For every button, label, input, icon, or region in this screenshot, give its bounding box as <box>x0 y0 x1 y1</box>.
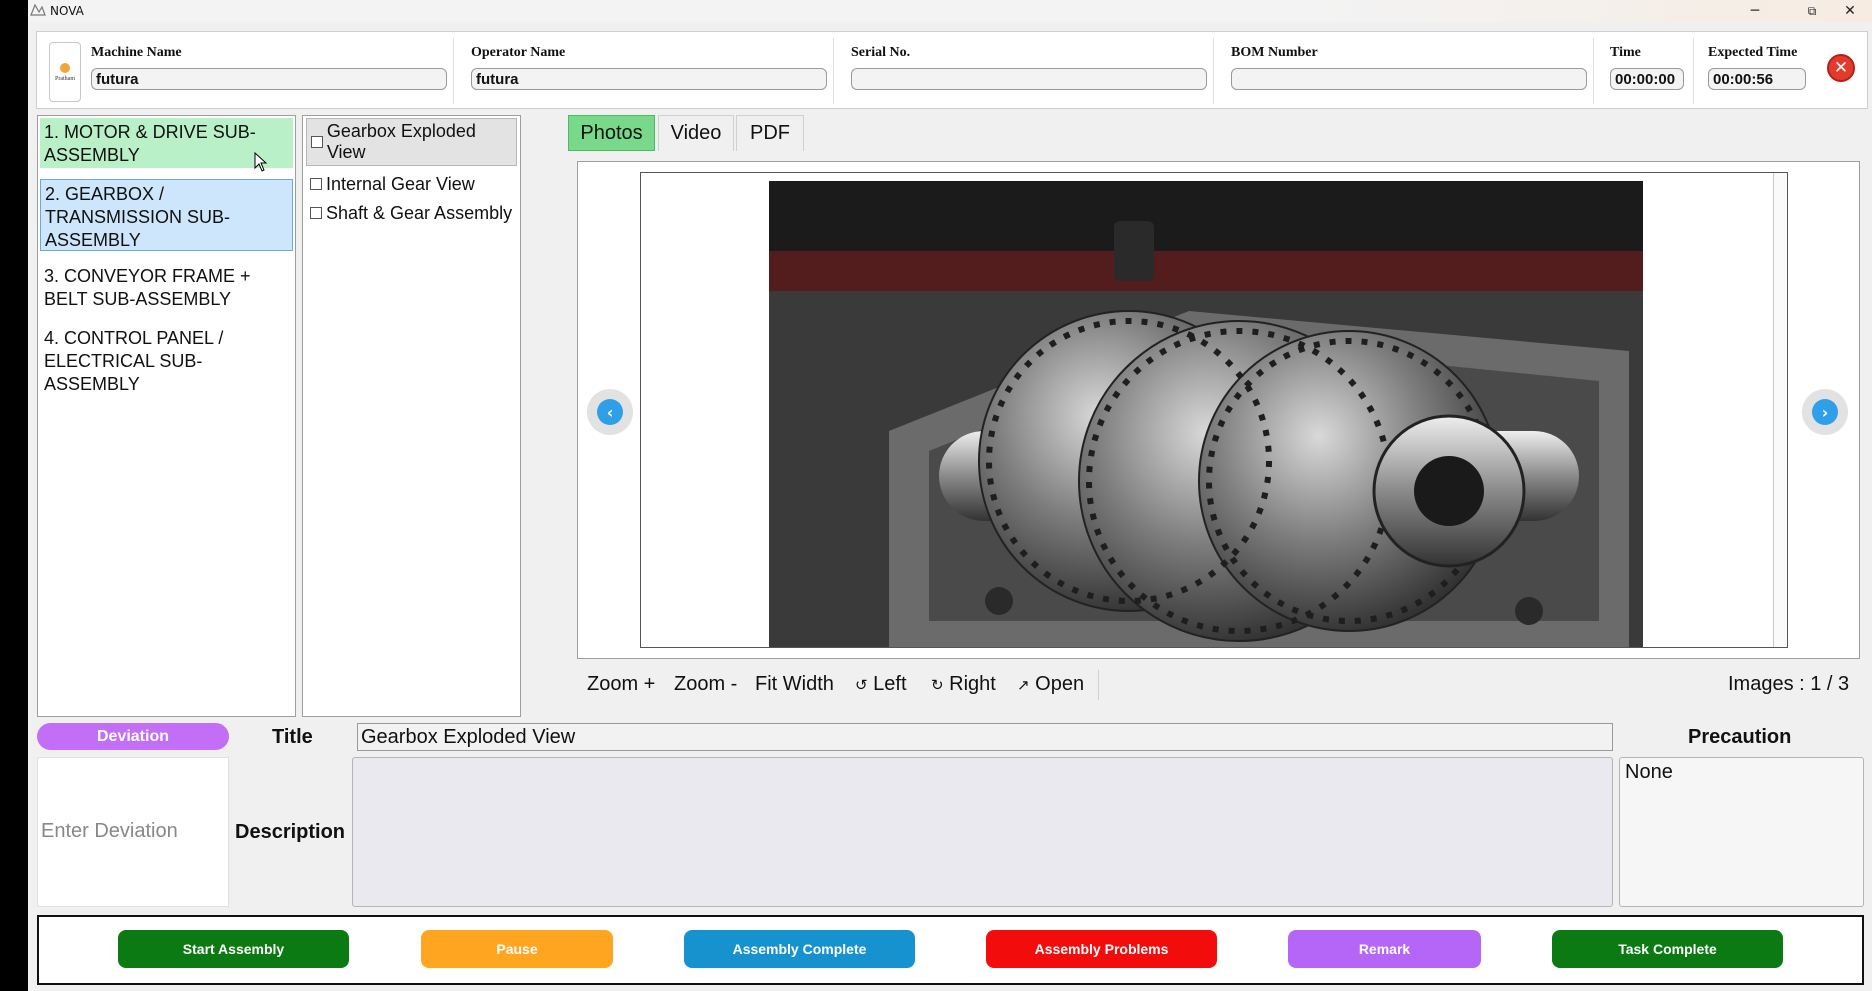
task-complete-button[interactable]: Task Complete <box>1552 930 1783 968</box>
logo-sun-icon <box>60 62 70 73</box>
machine-name-label: Machine Name <box>91 45 182 60</box>
close-session-button[interactable]: ✕ <box>1827 54 1855 82</box>
next-image-button[interactable]: › <box>1802 389 1848 435</box>
chevron-left-icon: ‹ <box>597 399 623 425</box>
title-label: Title <box>272 726 313 748</box>
assembly-complete-button[interactable]: Assembly Complete <box>684 930 915 968</box>
deviation-input[interactable]: Enter Deviation <box>37 757 229 907</box>
rotate-left-icon: ↺ <box>855 676 868 694</box>
step-item-conveyor[interactable]: 3. CONVEYOR FRAME + BELT SUB-ASSEMBLY <box>40 262 293 312</box>
pause-button[interactable]: Pause <box>421 930 613 968</box>
app-logo-icon <box>30 3 46 16</box>
sub-item-label: Gearbox Exploded View <box>326 121 476 162</box>
operator-name-label: Operator Name <box>471 45 566 60</box>
step-item-gearbox[interactable]: 2. GEARBOX / TRANSMISSION SUB-ASSEMBLY <box>40 179 293 251</box>
description-label: Description <box>235 821 346 843</box>
bom-number-label: BOM Number <box>1231 45 1318 60</box>
time-label: Time <box>1610 45 1641 60</box>
tab-video[interactable]: Video <box>658 115 734 151</box>
image-canvas[interactable] <box>640 172 1788 648</box>
operator-name-input[interactable]: futura <box>471 68 827 90</box>
minimize-button[interactable]: ─ <box>1733 0 1777 22</box>
rotate-right-button[interactable]: ↻ Right <box>931 673 996 696</box>
image-count: Images : 1 / 3 <box>1728 673 1850 695</box>
action-bar: Start Assembly Pause Assembly Complete A… <box>37 915 1864 985</box>
checkbox[interactable] <box>310 178 322 190</box>
time-value: 00:00:00 <box>1610 68 1684 90</box>
serial-no-input[interactable] <box>851 68 1207 90</box>
toolbar-divider <box>1098 670 1099 700</box>
gearbox-illustration <box>769 181 1643 647</box>
sub-item-gearbox-exploded[interactable]: Gearbox Exploded View <box>306 118 517 166</box>
window-title: NOVA <box>50 4 84 18</box>
vertical-scrollbar[interactable] <box>1773 173 1787 647</box>
rotate-left-button[interactable]: ↺ Left <box>855 673 907 696</box>
expected-time-value: 00:00:56 <box>1708 68 1806 90</box>
rotate-right-icon: ↻ <box>931 676 944 694</box>
serial-no-field: Serial No. <box>843 38 1214 104</box>
assembly-problems-button[interactable]: Assembly Problems <box>986 930 1217 968</box>
tab-pdf[interactable]: PDF <box>736 115 804 151</box>
rotate-right-label: Right <box>949 673 996 695</box>
checkbox[interactable] <box>311 136 323 148</box>
sub-item-label: Shaft & Gear Assembly <box>326 202 513 223</box>
fit-width-button[interactable]: Fit Width <box>755 673 834 696</box>
serial-no-label: Serial No. <box>851 45 911 60</box>
step-item-control-panel[interactable]: 4. CONTROL PANEL / ELECTRICAL SUB-ASSEMB… <box>40 324 293 396</box>
previous-image-button[interactable]: ‹ <box>587 389 633 435</box>
precaution-input[interactable]: None <box>1619 757 1864 907</box>
sub-item-list: Gearbox Exploded View Internal Gear View… <box>302 115 521 717</box>
company-logo: Pratham <box>49 42 81 102</box>
remark-button[interactable]: Remark <box>1288 930 1481 968</box>
machine-name-field: Machine Name futura <box>83 38 454 104</box>
open-button[interactable]: ↗ Open <box>1017 673 1084 696</box>
sub-item-label: Internal Gear View <box>326 173 475 194</box>
zoom-in-button[interactable]: Zoom + <box>587 673 655 696</box>
zoom-out-button[interactable]: Zoom - <box>674 673 737 696</box>
bom-number-input[interactable] <box>1231 68 1587 90</box>
checkbox[interactable] <box>310 207 322 219</box>
close-icon: ✕ <box>1833 58 1849 78</box>
assembly-step-list: 1. MOTOR & DRIVE SUB-ASSEMBLY 2. GEARBOX… <box>37 115 296 717</box>
sub-item-internal-gear[interactable]: Internal Gear View <box>306 171 517 197</box>
gearbox-photo <box>769 181 1643 647</box>
app-window: NOVA ─ ⧉ ✕ Pratham Machine Name futura O… <box>28 0 1872 991</box>
description-input[interactable] <box>352 757 1613 907</box>
tab-photos[interactable]: Photos <box>568 115 655 151</box>
start-assembly-button[interactable]: Start Assembly <box>118 930 349 968</box>
image-viewer: ‹ › <box>577 161 1860 659</box>
bom-number-field: BOM Number <box>1223 38 1594 104</box>
chevron-right-icon: › <box>1812 399 1838 425</box>
sub-item-shaft-gear[interactable]: Shaft & Gear Assembly <box>306 200 517 226</box>
expected-time-label: Expected Time <box>1708 45 1798 60</box>
open-external-icon: ↗ <box>1017 676 1030 694</box>
window-close-button[interactable]: ✕ <box>1828 0 1872 22</box>
rotate-left-label: Left <box>873 673 907 695</box>
precaution-label: Precaution <box>1688 726 1792 748</box>
expected-time-field: Expected Time 00:00:56 <box>1700 38 1808 104</box>
deviation-button[interactable]: Deviation <box>37 723 229 750</box>
title-input[interactable]: Gearbox Exploded View <box>357 723 1613 751</box>
operator-name-field: Operator Name futura <box>463 38 834 104</box>
machine-name-input[interactable]: futura <box>91 68 447 90</box>
logo-text: Pratham <box>55 75 75 82</box>
mouse-cursor-icon <box>254 152 268 172</box>
open-label: Open <box>1035 673 1085 695</box>
title-bar: NOVA ─ ⧉ ✕ <box>28 0 1872 22</box>
time-field: Time 00:00:00 <box>1602 38 1694 104</box>
header-panel: Pratham Machine Name futura Operator Nam… <box>36 31 1868 109</box>
